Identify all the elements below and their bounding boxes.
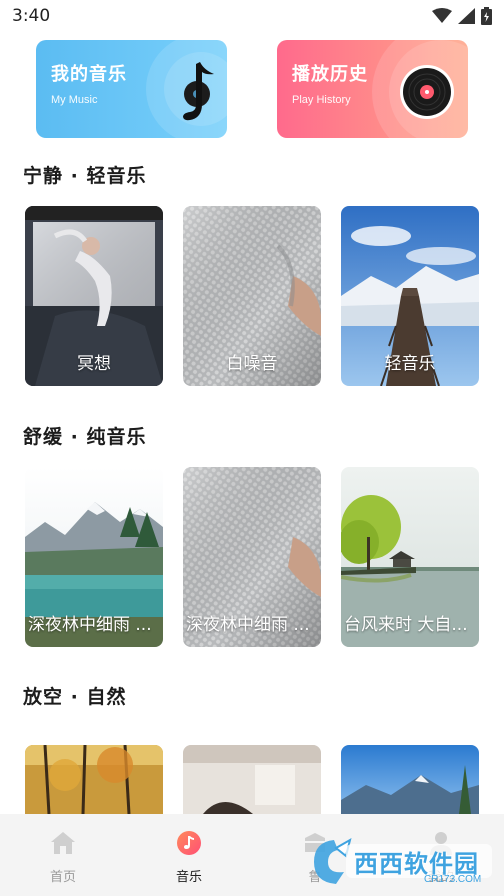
playlist-tile-label: 台风来时 大自...	[344, 615, 468, 635]
playlist-tile[interactable]	[341, 745, 479, 814]
signal-icon	[458, 8, 475, 24]
watermark-logo: 西西软件园 CR173.COM	[306, 834, 498, 890]
playlist-tile[interactable]: 深夜林中细雨 ...	[183, 467, 321, 647]
watermark-site: CR173.COM	[424, 874, 482, 885]
nav-item-home[interactable]: 首页	[0, 814, 126, 896]
playlist-tile[interactable]: 白噪音	[183, 206, 321, 386]
my-music-title: 我的音乐	[51, 64, 127, 85]
nav-item-music[interactable]: 音乐	[126, 814, 252, 896]
playlist-tile-label: 白噪音	[226, 354, 278, 374]
wifi-icon	[432, 8, 452, 23]
playlist-tile[interactable]	[25, 745, 163, 814]
playlist-tile-label: 轻音乐	[384, 354, 436, 374]
nav-label-home: 首页	[49, 870, 76, 885]
status-icons	[432, 7, 492, 25]
playlist-tile-label: 冥想	[77, 354, 111, 374]
music-icon	[177, 831, 201, 855]
play-history-subtitle: Play History	[292, 94, 351, 106]
section-title-relax: 放空 · 自然	[23, 686, 127, 708]
playlist-tile[interactable]	[183, 745, 321, 814]
playlist-tile[interactable]: 深夜林中细雨 ...	[25, 467, 163, 647]
my-music-card[interactable]: 我的音乐 My Music	[36, 40, 227, 138]
playlist-tile[interactable]: 冥想	[25, 206, 163, 386]
battery-icon	[481, 7, 492, 25]
my-music-subtitle: My Music	[51, 94, 98, 106]
playlist-tile[interactable]: 台风来时 大自...	[341, 467, 479, 647]
status-time: 3:40	[12, 6, 51, 26]
room-interior-image	[183, 745, 321, 814]
nav-label-music: 音乐	[175, 870, 202, 885]
autumn-forest-image	[25, 745, 163, 814]
play-history-card[interactable]: 播放历史 Play History	[277, 40, 468, 138]
playlist-tile-label: 深夜林中细雨 ...	[186, 615, 310, 635]
blue-sky-mountains-image	[341, 745, 479, 814]
playlist-tile[interactable]: 轻音乐	[341, 206, 479, 386]
playlist-tile-label: 深夜林中细雨 ...	[28, 615, 152, 635]
status-bar: 3:40	[0, 0, 504, 34]
home-icon	[51, 832, 75, 854]
vinyl-record-icon	[400, 65, 454, 119]
section-title-soothing: 舒缓 · 纯音乐	[23, 426, 147, 448]
music-note-disc-icon	[183, 62, 214, 121]
play-history-title: 播放历史	[292, 64, 368, 85]
section-title-calm: 宁静 · 轻音乐	[23, 165, 147, 187]
